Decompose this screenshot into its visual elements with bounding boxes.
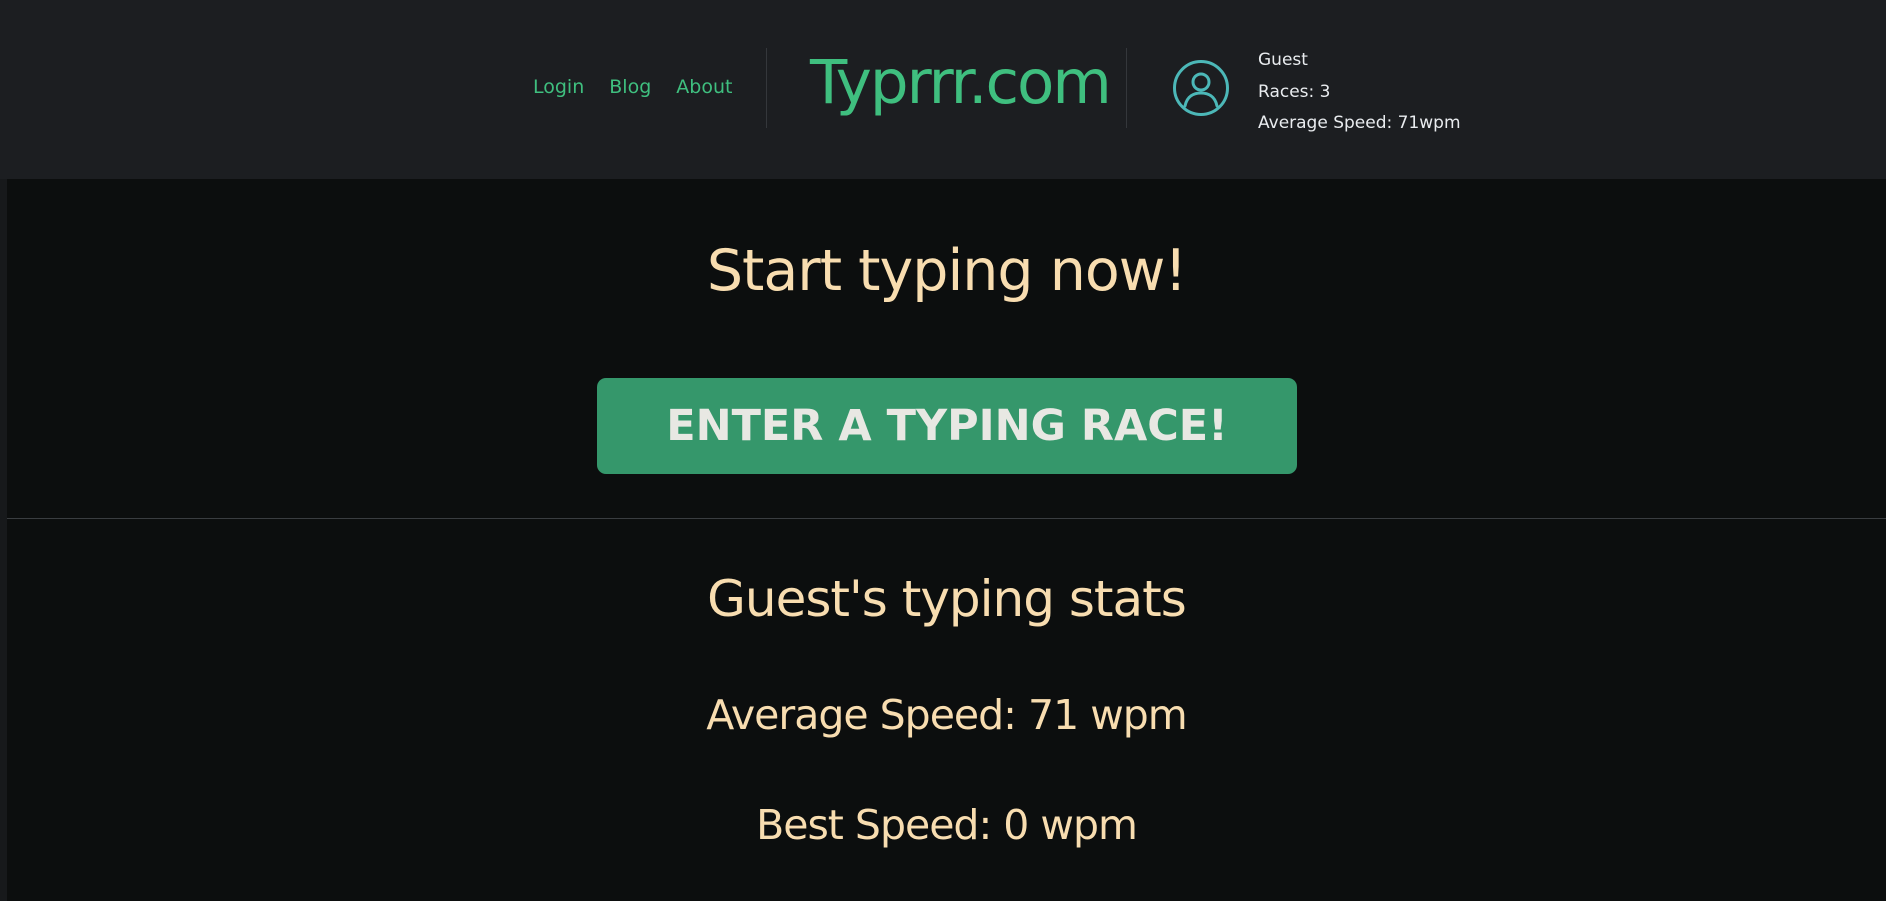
site-logo[interactable]: Typrrr.com	[810, 52, 1112, 113]
hero-headline: Start typing now!	[706, 238, 1187, 304]
user-average-speed: Average Speed: 71wpm	[1258, 113, 1461, 133]
top-nav: Login Blog About	[533, 76, 732, 98]
user-races-count: Races: 3	[1258, 81, 1331, 102]
header-divider-left	[766, 48, 767, 128]
nav-login-link[interactable]: Login	[533, 76, 584, 98]
stat-average-speed: Average Speed: 71 wpm	[706, 691, 1187, 739]
stat-best-speed: Best Speed: 0 wpm	[756, 801, 1138, 849]
user-summary: Guest Races: 3 Average Speed: 71wpm	[1258, 45, 1461, 140]
section-divider	[7, 518, 1886, 519]
stats-title: Guest's typing stats	[707, 570, 1187, 628]
user-name: Guest	[1258, 50, 1308, 70]
user-circle-icon[interactable]	[1172, 59, 1230, 117]
site-header: Login Blog About Typrrr.com Guest Races:…	[0, 0, 1886, 179]
enter-race-button[interactable]: ENTER A TYPING RACE!	[597, 378, 1297, 474]
nav-about-link[interactable]: About	[676, 76, 732, 98]
header-divider-right	[1126, 48, 1127, 128]
nav-blog-link[interactable]: Blog	[609, 76, 651, 98]
